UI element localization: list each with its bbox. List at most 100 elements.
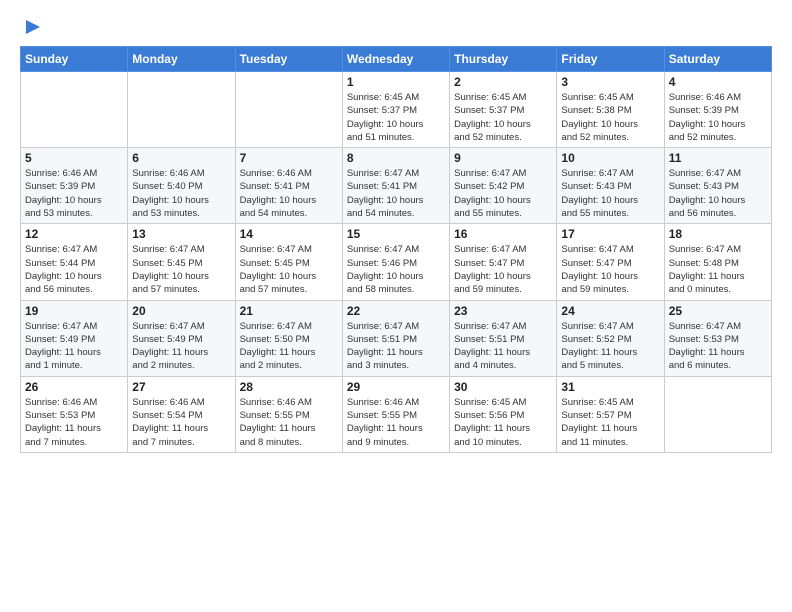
day-info: Sunrise: 6:47 AM Sunset: 5:43 PM Dayligh… [669,167,767,220]
day-info: Sunrise: 6:46 AM Sunset: 5:39 PM Dayligh… [669,91,767,144]
day-number: 10 [561,151,659,165]
weekday-header-monday: Monday [128,47,235,72]
day-info: Sunrise: 6:47 AM Sunset: 5:47 PM Dayligh… [561,243,659,296]
day-number: 1 [347,75,445,89]
weekday-header-tuesday: Tuesday [235,47,342,72]
day-number: 11 [669,151,767,165]
day-number: 26 [25,380,123,394]
day-info: Sunrise: 6:46 AM Sunset: 5:41 PM Dayligh… [240,167,338,220]
day-number: 17 [561,227,659,241]
day-number: 18 [669,227,767,241]
header [20,16,772,38]
calendar-cell: 2 Sunrise: 6:45 AM Sunset: 5:37 PM Daylig… [450,72,557,148]
day-info: Sunrise: 6:47 AM Sunset: 5:49 PM Dayligh… [25,320,123,373]
day-number: 19 [25,304,123,318]
day-info: Sunrise: 6:46 AM Sunset: 5:55 PM Dayligh… [240,396,338,449]
calendar-cell: 11 Sunrise: 6:47 AM Sunset: 5:43 PM Dayli… [664,148,771,224]
day-info: Sunrise: 6:47 AM Sunset: 5:52 PM Dayligh… [561,320,659,373]
calendar-cell: 30Sunrise: 6:45 AM Sunset: 5:56 PM Dayli… [450,376,557,452]
day-number: 21 [240,304,338,318]
weekday-header-friday: Friday [557,47,664,72]
calendar-cell: 18 Sunrise: 6:47 AM Sunset: 5:48 PM Dayli… [664,224,771,300]
calendar-cell: 15 Sunrise: 6:47 AM Sunset: 5:46 PM Dayli… [342,224,449,300]
weekday-header-saturday: Saturday [664,47,771,72]
day-number: 14 [240,227,338,241]
day-info: Sunrise: 6:47 AM Sunset: 5:51 PM Dayligh… [454,320,552,373]
calendar-cell: 22Sunrise: 6:47 AM Sunset: 5:51 PM Dayli… [342,300,449,376]
day-info: Sunrise: 6:45 AM Sunset: 5:57 PM Dayligh… [561,396,659,449]
week-row-2: 5 Sunrise: 6:46 AM Sunset: 5:39 PM Daylig… [21,148,772,224]
day-info: Sunrise: 6:46 AM Sunset: 5:39 PM Dayligh… [25,167,123,220]
day-number: 30 [454,380,552,394]
day-number: 4 [669,75,767,89]
day-info: Sunrise: 6:47 AM Sunset: 5:49 PM Dayligh… [132,320,230,373]
calendar-cell: 13 Sunrise: 6:47 AM Sunset: 5:45 PM Dayli… [128,224,235,300]
weekday-header-row: SundayMondayTuesdayWednesdayThursdayFrid… [21,47,772,72]
calendar-cell: 27 Sunrise: 6:46 AM Sunset: 5:54 PM Dayli… [128,376,235,452]
week-row-4: 19 Sunrise: 6:47 AM Sunset: 5:49 PM Dayli… [21,300,772,376]
day-number: 9 [454,151,552,165]
calendar-cell: 24Sunrise: 6:47 AM Sunset: 5:52 PM Dayli… [557,300,664,376]
day-number: 27 [132,380,230,394]
calendar-cell: 14 Sunrise: 6:47 AM Sunset: 5:45 PM Dayli… [235,224,342,300]
day-number: 5 [25,151,123,165]
calendar-cell: 4 Sunrise: 6:46 AM Sunset: 5:39 PM Daylig… [664,72,771,148]
day-info: Sunrise: 6:45 AM Sunset: 5:37 PM Dayligh… [347,91,445,144]
calendar-cell: 12 Sunrise: 6:47 AM Sunset: 5:44 PM Dayli… [21,224,128,300]
day-info: Sunrise: 6:47 AM Sunset: 5:45 PM Dayligh… [240,243,338,296]
day-number: 12 [25,227,123,241]
calendar-cell: 28Sunrise: 6:46 AM Sunset: 5:55 PM Dayli… [235,376,342,452]
calendar-cell: 5 Sunrise: 6:46 AM Sunset: 5:39 PM Daylig… [21,148,128,224]
calendar-cell: 23 Sunrise: 6:47 AM Sunset: 5:51 PM Dayli… [450,300,557,376]
week-row-1: 1 Sunrise: 6:45 AM Sunset: 5:37 PM Daylig… [21,72,772,148]
day-info: Sunrise: 6:47 AM Sunset: 5:53 PM Dayligh… [669,320,767,373]
logo-triangle-icon [22,16,44,38]
calendar-cell [128,72,235,148]
day-number: 16 [454,227,552,241]
day-number: 2 [454,75,552,89]
day-number: 8 [347,151,445,165]
day-info: Sunrise: 6:46 AM Sunset: 5:55 PM Dayligh… [347,396,445,449]
week-row-3: 12 Sunrise: 6:47 AM Sunset: 5:44 PM Dayli… [21,224,772,300]
day-number: 25 [669,304,767,318]
day-number: 22 [347,304,445,318]
day-info: Sunrise: 6:47 AM Sunset: 5:45 PM Dayligh… [132,243,230,296]
day-info: Sunrise: 6:47 AM Sunset: 5:47 PM Dayligh… [454,243,552,296]
calendar-cell: 21 Sunrise: 6:47 AM Sunset: 5:50 PM Dayli… [235,300,342,376]
calendar-cell: 6 Sunrise: 6:46 AM Sunset: 5:40 PM Daylig… [128,148,235,224]
calendar-cell: 3Sunrise: 6:45 AM Sunset: 5:38 PM Daylig… [557,72,664,148]
day-info: Sunrise: 6:46 AM Sunset: 5:40 PM Dayligh… [132,167,230,220]
day-number: 15 [347,227,445,241]
calendar-cell: 9 Sunrise: 6:47 AM Sunset: 5:42 PM Daylig… [450,148,557,224]
day-info: Sunrise: 6:46 AM Sunset: 5:54 PM Dayligh… [132,396,230,449]
day-info: Sunrise: 6:47 AM Sunset: 5:44 PM Dayligh… [25,243,123,296]
weekday-header-thursday: Thursday [450,47,557,72]
day-number: 13 [132,227,230,241]
calendar-cell: 20 Sunrise: 6:47 AM Sunset: 5:49 PM Dayli… [128,300,235,376]
calendar-cell: 7 Sunrise: 6:46 AM Sunset: 5:41 PM Daylig… [235,148,342,224]
day-info: Sunrise: 6:46 AM Sunset: 5:53 PM Dayligh… [25,396,123,449]
calendar-table: SundayMondayTuesdayWednesdayThursdayFrid… [20,46,772,453]
calendar-cell: 25 Sunrise: 6:47 AM Sunset: 5:53 PM Dayli… [664,300,771,376]
day-number: 6 [132,151,230,165]
day-info: Sunrise: 6:47 AM Sunset: 5:50 PM Dayligh… [240,320,338,373]
day-info: Sunrise: 6:45 AM Sunset: 5:37 PM Dayligh… [454,91,552,144]
day-number: 7 [240,151,338,165]
day-info: Sunrise: 6:45 AM Sunset: 5:38 PM Dayligh… [561,91,659,144]
day-number: 20 [132,304,230,318]
day-info: Sunrise: 6:47 AM Sunset: 5:43 PM Dayligh… [561,167,659,220]
calendar-cell: 16 Sunrise: 6:47 AM Sunset: 5:47 PM Dayli… [450,224,557,300]
day-number: 31 [561,380,659,394]
calendar-cell: 29 Sunrise: 6:46 AM Sunset: 5:55 PM Dayli… [342,376,449,452]
day-info: Sunrise: 6:47 AM Sunset: 5:48 PM Dayligh… [669,243,767,296]
logo [20,16,44,38]
week-row-5: 26 Sunrise: 6:46 AM Sunset: 5:53 PM Dayli… [21,376,772,452]
calendar-cell: 10 Sunrise: 6:47 AM Sunset: 5:43 PM Dayli… [557,148,664,224]
page: SundayMondayTuesdayWednesdayThursdayFrid… [0,0,792,469]
day-info: Sunrise: 6:47 AM Sunset: 5:42 PM Dayligh… [454,167,552,220]
calendar-cell: 26 Sunrise: 6:46 AM Sunset: 5:53 PM Dayli… [21,376,128,452]
day-number: 23 [454,304,552,318]
calendar-cell [21,72,128,148]
day-number: 29 [347,380,445,394]
day-info: Sunrise: 6:47 AM Sunset: 5:46 PM Dayligh… [347,243,445,296]
